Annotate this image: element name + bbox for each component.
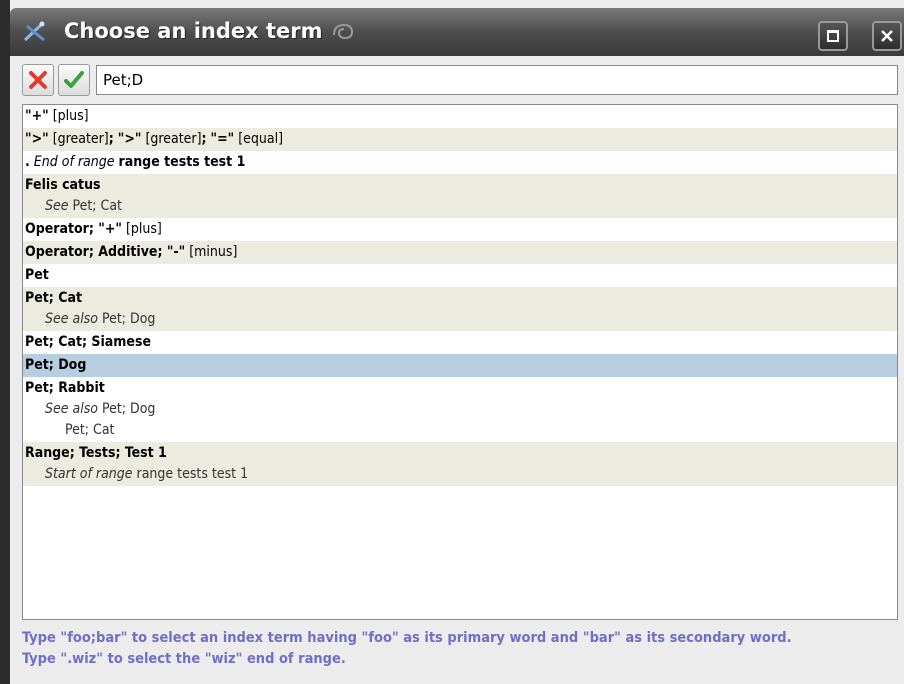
entry-term: Pet; Dog	[25, 357, 87, 373]
entry-separator: ;	[201, 131, 207, 147]
entry-term: ">"	[25, 131, 49, 147]
ok-button[interactable]	[58, 64, 90, 96]
see-target: Pet; Cat	[72, 198, 122, 214]
green-check-icon	[64, 71, 84, 88]
cancel-button[interactable]	[22, 64, 54, 96]
entry-term: Operator; Additive; "-"	[25, 244, 186, 260]
entry-term: Pet; Cat	[25, 290, 82, 306]
list-item[interactable]: . End of range range tests test 1	[23, 151, 897, 174]
see-also-target: Pet; Dog	[102, 311, 156, 327]
entry-range-label: End of range	[33, 154, 115, 170]
entry-sort-key: [plus]	[52, 108, 89, 124]
entry-term: Pet; Cat; Siamese	[25, 334, 151, 350]
maximize-icon	[827, 30, 839, 42]
see-also-target: Pet; Dog	[102, 401, 156, 417]
entry-term: ">"	[117, 131, 142, 147]
list-item[interactable]: Pet	[23, 264, 897, 287]
see-also-label: See also	[45, 311, 98, 327]
entry-sort-key: [minus]	[189, 244, 238, 260]
entry-range-label: Start of range	[45, 466, 133, 482]
list-item[interactable]: Operator; Additive; "-" [minus]	[23, 241, 897, 264]
entry-term: "+"	[25, 108, 49, 124]
list-item[interactable]: Pet; Rabbit See also Pet; Dog Pet; Cat	[23, 377, 897, 442]
close-button[interactable]	[872, 21, 902, 51]
entry-range-target: range tests test 1	[136, 466, 249, 482]
list-item[interactable]: Range; Tests; Test 1 Start of range rang…	[23, 442, 897, 486]
xmlmind-app-icon	[23, 21, 45, 42]
dialog-window: Choose an index term Pet;D "+" [plus] ">…	[0, 0, 904, 684]
list-item[interactable]: Operator; "+" [plus]	[23, 218, 897, 241]
list-item[interactable]: Pet; Cat; Siamese	[23, 331, 897, 354]
index-term-list[interactable]: "+" [plus] ">" [greater]; ">" [greater];…	[22, 104, 898, 620]
entry-sort-key: [equal]	[238, 131, 284, 147]
see-also-label: See also	[45, 401, 98, 417]
search-input[interactable]	[96, 65, 898, 95]
entry-term: range tests test 1	[118, 154, 246, 170]
see-also-target: Pet; Cat	[65, 422, 115, 438]
swirl-decoration-icon	[333, 23, 354, 40]
list-item[interactable]: ">" [greater]; ">" [greater]; "=" [equal…	[23, 128, 897, 151]
title-bar[interactable]: Choose an index term	[10, 8, 904, 56]
window-title: Choose an index term	[64, 19, 323, 43]
entry-range-line: Start of range range tests test 1	[25, 464, 895, 485]
entry-see-line: See Pet; Cat	[25, 196, 895, 217]
entry-term: Pet; Rabbit	[25, 380, 105, 396]
entry-see-also-line: See also Pet; Dog	[25, 309, 895, 330]
help-line: Type "foo;bar" to select an index term h…	[22, 630, 792, 646]
help-line: Type ".wiz" to select the "wiz" end of r…	[22, 651, 346, 667]
entry-term: .	[25, 154, 30, 170]
entry-sort-key: [greater]	[52, 131, 109, 147]
window-border	[0, 0, 10, 684]
list-item-selected[interactable]: Pet; Dog	[23, 354, 897, 377]
entry-term: Range; Tests; Test 1	[25, 445, 167, 461]
maximize-button[interactable]	[818, 21, 848, 51]
entry-separator: ;	[108, 131, 114, 147]
dialog-content: "+" [plus] ">" [greater]; ">" [greater];…	[10, 56, 904, 684]
help-text: Type "foo;bar" to select an index term h…	[22, 628, 904, 670]
entry-term: Operator; "+"	[25, 221, 122, 237]
list-item[interactable]: Pet; Cat See also Pet; Dog	[23, 287, 897, 331]
entry-see-also-line: See also Pet; Dog	[25, 399, 895, 420]
list-item[interactable]: "+" [plus]	[23, 105, 897, 128]
entry-term: Felis catus	[25, 177, 101, 193]
entry-see-also-line: Pet; Cat	[25, 420, 895, 441]
list-item[interactable]: Felis catus See Pet; Cat	[23, 174, 897, 218]
entry-sort-key: [plus]	[125, 221, 162, 237]
entry-term: Pet	[25, 267, 49, 283]
red-x-icon	[29, 71, 47, 89]
entry-sort-key: [greater]	[145, 131, 202, 147]
entry-term: "="	[210, 131, 235, 147]
see-label: See	[45, 198, 69, 214]
close-icon	[881, 30, 893, 42]
